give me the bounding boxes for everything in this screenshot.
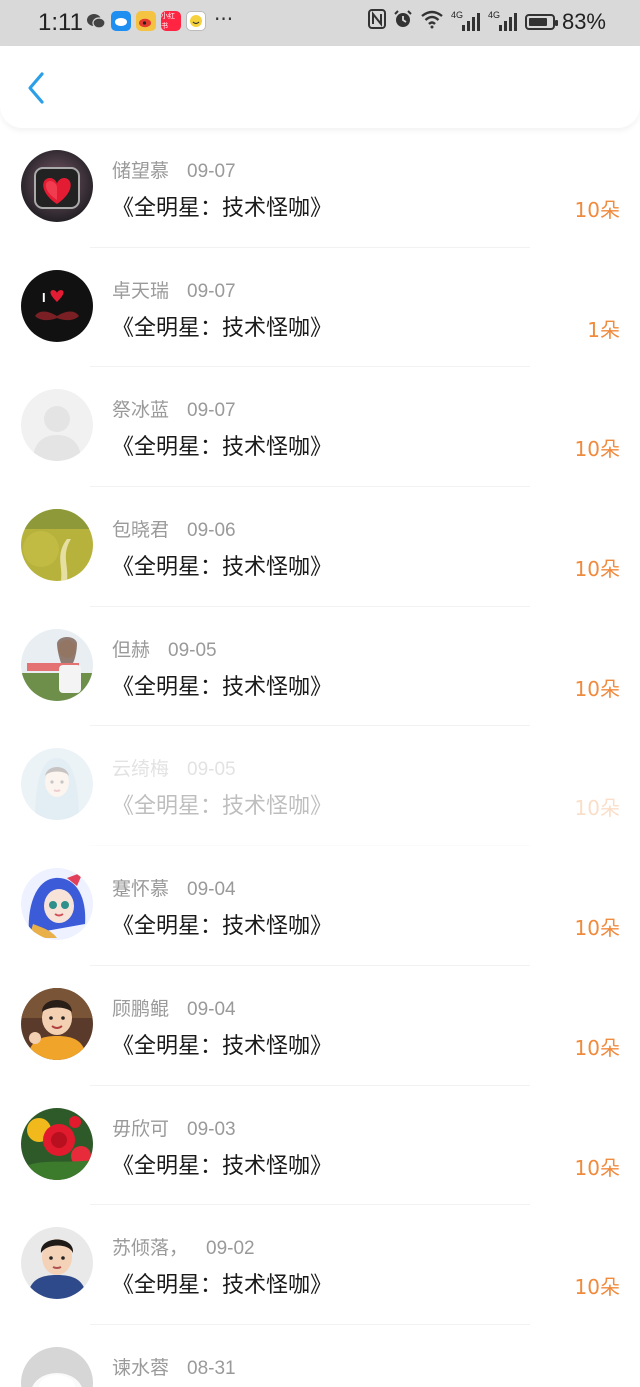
record-date: 09-03	[187, 1118, 236, 1140]
record-title: 《全明星：技术怪咖》	[112, 674, 333, 700]
record-meta: 云绮梅 09-05	[112, 754, 236, 781]
weibo-icon	[136, 11, 156, 31]
user-name: 祭冰蓝	[112, 399, 170, 422]
record-meta: 但赫 09-05	[112, 635, 217, 662]
flower-amount: 10朵	[574, 676, 620, 701]
alarm-icon	[393, 9, 413, 35]
nfc-icon	[367, 9, 386, 35]
record-date: 09-04	[187, 998, 236, 1020]
flower-amount: 10朵	[574, 916, 620, 941]
user-name: 但赫	[112, 638, 151, 661]
flower-amount: 10朵	[574, 1155, 620, 1180]
flower-amount: 10朵	[574, 1035, 620, 1060]
user-avatar[interactable]	[21, 150, 93, 222]
record-row[interactable]: 谏水蓉 08-31	[0, 1325, 640, 1387]
record-row[interactable]: 蹇怀慕 09-04 《全明星：技术怪咖》 10朵	[0, 846, 640, 966]
signal-icon-1: 4G	[451, 10, 481, 33]
record-row[interactable]: 但赫 09-05 《全明星：技术怪咖》 10朵	[0, 607, 640, 727]
record-row[interactable]: 顾鹏鲲 09-04 《全明星：技术怪咖》 10朵	[0, 966, 640, 1086]
xiaohongshu-icon: 小红书	[161, 11, 181, 31]
user-avatar[interactable]	[21, 1227, 93, 1300]
record-title: 《全明星：技术怪咖》	[112, 435, 333, 461]
wifi-icon	[420, 9, 444, 35]
record-row[interactable]: 储望慕 09-07 《全明星：技术怪咖》 10朵	[0, 128, 640, 248]
record-title: 《全明星：技术怪咖》	[112, 1033, 333, 1059]
status-right-cluster: 4G 4G 83%	[367, 9, 606, 35]
record-meta: 祭冰蓝 09-07	[112, 395, 236, 422]
record-date: 08-31	[187, 1357, 236, 1379]
battery-icon	[524, 14, 558, 30]
status-time: 1:11	[38, 9, 83, 36]
record-meta: 蹇怀慕 09-04	[112, 874, 236, 901]
record-date: 09-07	[187, 161, 236, 182]
user-avatar[interactable]	[21, 1346, 93, 1387]
flower-amount: 10朵	[574, 1275, 620, 1300]
record-row[interactable]: 云绮梅 09-05 《全明星：技术怪咖》 10朵	[0, 726, 640, 847]
notification-app-icons: 小红书	[86, 11, 206, 31]
user-avatar[interactable]	[21, 987, 93, 1060]
user-avatar[interactable]	[21, 389, 93, 462]
record-row[interactable]: I 卓天瑞 09-07 《全明星：技术怪咖》 1朵	[0, 248, 640, 368]
record-meta: 卓天瑞 09-07	[112, 276, 236, 303]
flower-amount: 10朵	[574, 437, 620, 462]
record-row[interactable]: 包晓君 09-06 《全明星：技术怪咖》 10朵	[0, 487, 640, 607]
back-button[interactable]	[18, 68, 54, 108]
record-date: 09-07	[187, 280, 236, 302]
record-meta: 储望慕 09-07	[112, 156, 236, 183]
record-row[interactable]: 祭冰蓝 09-07 《全明星：技术怪咖》 10朵	[0, 367, 640, 488]
record-date: 09-04	[187, 879, 236, 901]
record-meta: 苏倾落， 09-02	[112, 1233, 255, 1260]
flower-amount: 10朵	[574, 198, 620, 222]
more-notifications-indicator: ···	[214, 7, 234, 31]
signal-icon-2: 4G	[488, 10, 518, 33]
record-date: 09-05	[187, 759, 236, 781]
record-date: 09-02	[206, 1238, 255, 1260]
user-avatar[interactable]	[21, 748, 93, 821]
status-bar: 1:11 小红书 ··· 4G 4G 83%	[0, 0, 640, 46]
user-avatar[interactable]	[21, 509, 93, 582]
battery-level	[528, 18, 547, 26]
record-row[interactable]: 毋欣可 09-03 《全明星：技术怪咖》 10朵	[0, 1086, 640, 1206]
record-title: 《全明星：技术怪咖》	[112, 196, 333, 221]
user-avatar[interactable]	[21, 628, 93, 701]
record-date: 09-06	[187, 520, 236, 542]
app-yellow-icon	[186, 11, 206, 31]
user-name: 顾鹏鲲	[112, 997, 170, 1020]
user-name: 卓天瑞	[112, 279, 170, 302]
record-date: 09-05	[168, 639, 217, 661]
record-title: 《全明星：技术怪咖》	[112, 555, 333, 581]
record-meta: 毋欣可 09-03	[112, 1114, 236, 1141]
gift-record-list: 储望慕 09-07 《全明星：技术怪咖》 10朵 I 卓天瑞 09-07 《全明星：技术怪咖》…	[0, 128, 640, 1387]
record-title: 《全明星：技术怪咖》	[112, 1273, 333, 1299]
record-date: 09-07	[187, 400, 236, 422]
wechat-icon	[86, 11, 106, 31]
user-name: 包晓君	[112, 519, 170, 542]
user-avatar[interactable]	[21, 1107, 93, 1180]
user-name: 蹇怀慕	[112, 878, 170, 901]
record-title: 《全明星：技术怪咖》	[112, 914, 333, 940]
user-avatar[interactable]: I	[21, 269, 93, 342]
record-meta: 谏水蓉 08-31	[112, 1353, 236, 1380]
user-name: 云绮梅	[112, 758, 170, 781]
record-title: 《全明星：技术怪咖》	[112, 794, 333, 820]
app-blue-icon	[111, 11, 131, 31]
record-meta: 包晓君 09-06	[112, 515, 236, 542]
record-meta: 顾鹏鲲 09-04	[112, 994, 236, 1021]
flower-amount: 1朵	[587, 317, 620, 342]
user-avatar[interactable]	[21, 868, 93, 941]
record-title: 《全明星：技术怪咖》	[112, 1153, 333, 1179]
flower-amount: 10朵	[574, 557, 620, 582]
user-name: 毋欣可	[112, 1117, 170, 1140]
svg-text:I: I	[42, 290, 46, 305]
top-navigation-bar	[0, 46, 640, 128]
record-row[interactable]: 苏倾落， 09-02 《全明星：技术怪咖》 10朵	[0, 1205, 640, 1325]
battery-percent: 83%	[561, 9, 606, 34]
chevron-left-icon	[28, 72, 44, 104]
user-name: 谏水蓉	[112, 1356, 170, 1379]
app-screen: 1:11 小红书 ··· 4G 4G 83% 储望慕 09-07 《全明星：技术…	[0, 0, 640, 1387]
user-name: 苏倾落，	[112, 1237, 189, 1260]
user-name: 储望慕	[112, 160, 170, 182]
flower-amount: 10朵	[574, 796, 620, 821]
record-title: 《全明星：技术怪咖》	[112, 315, 333, 341]
